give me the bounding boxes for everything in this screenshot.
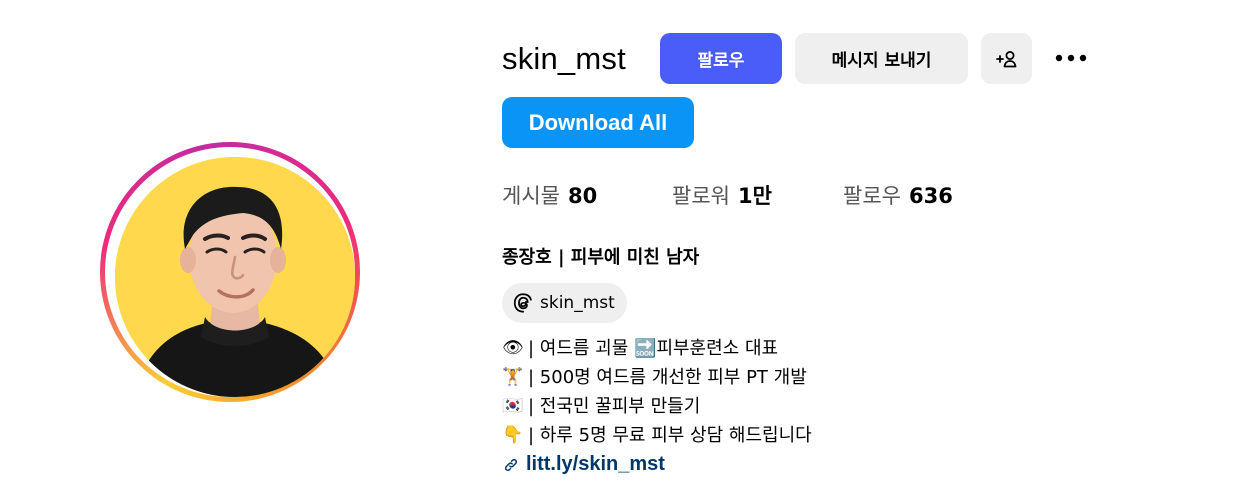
korea-flag-emoji-icon: 🇰🇷 bbox=[502, 396, 524, 416]
link-icon bbox=[504, 458, 518, 471]
download-all-button[interactable]: Download All bbox=[502, 97, 694, 148]
following-label: 팔로우 bbox=[843, 184, 901, 208]
posts-count: 80 bbox=[567, 184, 598, 208]
profile-bio: 👁 | 여드름 괴물 🔜피부훈련소 대표 🏋 | 500명 여드름 개선한 피부… bbox=[502, 334, 812, 479]
avatar-gap bbox=[105, 147, 355, 397]
threads-icon bbox=[513, 293, 532, 313]
bio-line: 🏋 | 500명 여드름 개선한 피부 PT 개발 bbox=[502, 363, 812, 392]
threads-badge[interactable]: skin_mst bbox=[502, 283, 627, 323]
profile-link-text[interactable]: litt.ly/skin_mst bbox=[526, 450, 665, 479]
follow-button[interactable]: 팔로우 bbox=[660, 33, 782, 84]
pointing-down-emoji-icon: 👇 bbox=[502, 425, 524, 445]
threads-handle: skin_mst bbox=[540, 293, 615, 313]
bio-line: 🇰🇷 | 전국민 꿀피부 만들기 bbox=[502, 392, 812, 421]
bio-line: 👇 | 하루 5명 무료 피부 상담 해드립니다 bbox=[502, 421, 812, 450]
profile-link[interactable]: litt.ly/skin_mst bbox=[502, 450, 812, 479]
posts-label: 게시물 bbox=[502, 184, 560, 208]
stat-following[interactable]: 팔로우 636 bbox=[843, 182, 953, 210]
stat-followers[interactable]: 팔로워 1만 bbox=[672, 182, 772, 210]
weightlifter-emoji-icon: 🏋 bbox=[502, 367, 524, 387]
avatar[interactable] bbox=[115, 157, 355, 397]
more-options-icon bbox=[1055, 54, 1087, 62]
bio-line: 👁 | 여드름 괴물 🔜피부훈련소 대표 bbox=[502, 334, 812, 363]
stat-posts: 게시물 80 bbox=[502, 182, 597, 210]
more-options-button[interactable] bbox=[1050, 42, 1092, 74]
bio-line-text: | 하루 5명 무료 피부 상담 해드립니다 bbox=[528, 425, 812, 446]
followers-count: 1만 bbox=[737, 184, 772, 208]
add-person-icon bbox=[995, 50, 1016, 67]
eye-emoji-icon: 👁 bbox=[502, 338, 524, 358]
send-message-button[interactable]: 메시지 보내기 bbox=[795, 33, 968, 84]
suggest-accounts-button[interactable] bbox=[981, 33, 1032, 84]
profile-full-name: 종장호 | 피부에 미친 남자 bbox=[502, 247, 700, 268]
profile-username: skin_mst bbox=[502, 41, 626, 76]
bio-line-text: | 전국민 꿀피부 만들기 bbox=[528, 396, 701, 417]
following-count: 636 bbox=[908, 184, 953, 208]
avatar-portrait bbox=[115, 157, 355, 397]
bio-line-text: | 여드름 괴물 🔜피부훈련소 대표 bbox=[528, 338, 779, 359]
bio-line-text: | 500명 여드름 개선한 피부 PT 개발 bbox=[528, 367, 807, 388]
story-ring[interactable] bbox=[100, 142, 360, 402]
followers-label: 팔로워 bbox=[672, 184, 730, 208]
